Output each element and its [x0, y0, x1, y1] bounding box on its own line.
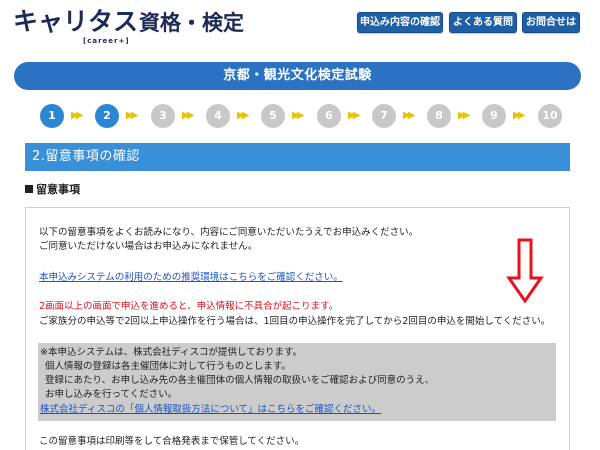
step-7: 7 — [372, 104, 396, 128]
contact-button[interactable]: お問合せは — [522, 12, 580, 33]
square-bullet-icon — [25, 185, 33, 193]
recommended-environment-link[interactable]: 本申込みシステムの利用のための推奨環境はこちらをご確認ください。 — [39, 271, 343, 284]
step-4: 4 — [206, 104, 230, 128]
privacy-notice-line: お申し込みを行ってください。 — [45, 389, 178, 400]
double-chevron-right-icon: ▶▶ — [182, 110, 194, 121]
step-10: 10 — [538, 104, 562, 128]
step-indicator: 1 ▶▶ 2 ▶▶ 3 ▶▶ 4 ▶▶ 5 ▶▶ 6 ▶▶ 7 ▶▶ 8 ▶▶ 9 ▶▶ 10 — [0, 104, 600, 130]
down-arrow-outline-icon — [506, 238, 544, 304]
step-9: 9 — [482, 104, 506, 128]
step-6: 6 — [317, 104, 341, 128]
keep-notice-text: この留意事項は印刷等をして合格発表まで保管してください。 — [39, 436, 305, 447]
subheading: 留意事項 — [25, 183, 80, 197]
double-chevron-right-icon: ▶▶ — [71, 110, 83, 121]
step-1: 1 — [40, 104, 64, 128]
step-2: 2 — [95, 104, 119, 128]
step-3: 3 — [151, 104, 175, 128]
intro-text: 以下の留意事項をよくお読みになり、内容にご同意いただいたうえでお申込みください。 — [39, 227, 419, 238]
double-chevron-right-icon: ▶▶ — [458, 110, 470, 121]
double-chevron-right-icon: ▶▶ — [348, 110, 360, 121]
page: キャリタス資格・検定 [career+] 申込み内容の確認 よくある質問 お問合… — [0, 0, 600, 450]
privacy-notice-line: 登録にあたり、お申し込み先の各主催団体の個人情報の取扱いをご確認および同意のうえ… — [45, 375, 435, 386]
privacy-notice-box: ※本申込システムは、株式会社ディスコが提供しております。 個人情報の登録は各主催… — [38, 343, 556, 421]
step-5: 5 — [261, 104, 285, 128]
double-chevron-right-icon: ▶▶ — [126, 110, 138, 121]
step-8: 8 — [427, 104, 451, 128]
double-chevron-right-icon: ▶▶ — [292, 110, 304, 121]
privacy-policy-link[interactable]: 株式会社ディスコの「個人情報取扱方法について」はこちらをご確認ください。 — [40, 403, 381, 416]
exam-title: 京都・観光文化検定試験 — [14, 62, 581, 90]
family-application-note: ご家族分の申込等で2回以上申込操作を行う場合は、1回目の申込操作を完了してから2… — [39, 316, 551, 327]
multi-window-warning: 2画面以上の画面で申込を進めると、申込情報に不具合が起こります。 — [39, 301, 339, 312]
double-chevron-right-icon: ▶▶ — [237, 110, 249, 121]
section-title: 2.留意事項の確認 — [25, 143, 570, 171]
header: キャリタス資格・検定 [career+] 申込み内容の確認 よくある質問 お問合… — [0, 0, 600, 50]
privacy-notice-line: 個人情報の登録は各主催団体に対して行うものとします。 — [45, 361, 291, 372]
logo-text: キャリタス資格・検定 — [13, 7, 245, 36]
site-logo[interactable]: キャリタス資格・検定 [career+] — [13, 8, 244, 48]
privacy-notice-line: ※本申込システムは、株式会社ディスコが提供しております。 — [40, 347, 302, 358]
faq-button[interactable]: よくある質問 — [449, 12, 517, 33]
application-confirm-button[interactable]: 申込み内容の確認 — [357, 12, 443, 33]
double-chevron-right-icon: ▶▶ — [513, 110, 525, 121]
intro-text-2: ご同意いただけない場合はお申込みになれません。 — [39, 241, 258, 252]
double-chevron-right-icon: ▶▶ — [403, 110, 415, 121]
logo-subtext: [career+] — [83, 37, 130, 45]
